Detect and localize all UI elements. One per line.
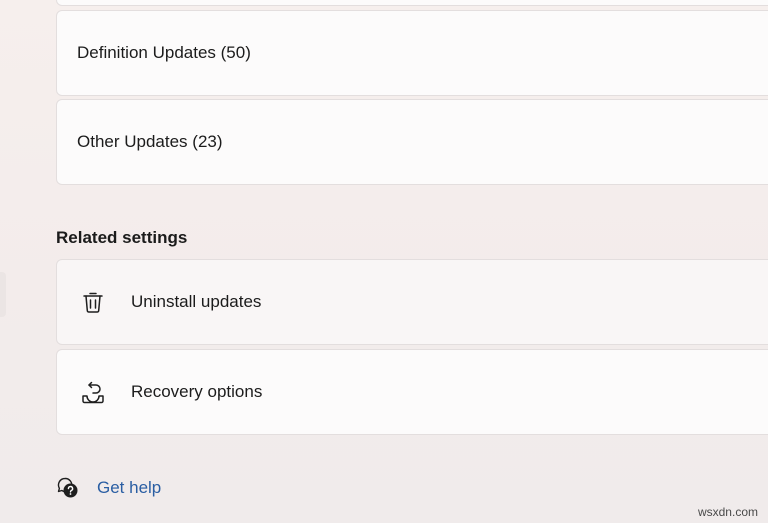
other-updates-label: Other Updates (23) bbox=[77, 132, 223, 151]
related-settings-heading: Related settings bbox=[56, 228, 188, 247]
uninstall-updates-item[interactable]: Uninstall updates bbox=[56, 259, 768, 345]
other-updates-item[interactable]: Other Updates (23) bbox=[56, 99, 768, 185]
definition-updates-item[interactable]: Definition Updates (50) bbox=[56, 10, 768, 96]
recovery-icon bbox=[79, 378, 107, 406]
watermark-text: wsxdn.com bbox=[697, 505, 758, 519]
definition-updates-label: Definition Updates (50) bbox=[77, 43, 251, 62]
previous-update-category[interactable] bbox=[56, 0, 768, 6]
help-icon bbox=[56, 476, 80, 500]
recovery-options-label: Recovery options bbox=[131, 382, 263, 401]
recovery-options-item[interactable]: Recovery options bbox=[56, 349, 768, 435]
get-help-row[interactable]: Get help bbox=[56, 476, 161, 500]
trash-icon bbox=[79, 288, 107, 316]
sidebar-scroll-indicator bbox=[0, 272, 6, 317]
uninstall-updates-label: Uninstall updates bbox=[131, 292, 262, 311]
get-help-link[interactable]: Get help bbox=[97, 478, 161, 498]
